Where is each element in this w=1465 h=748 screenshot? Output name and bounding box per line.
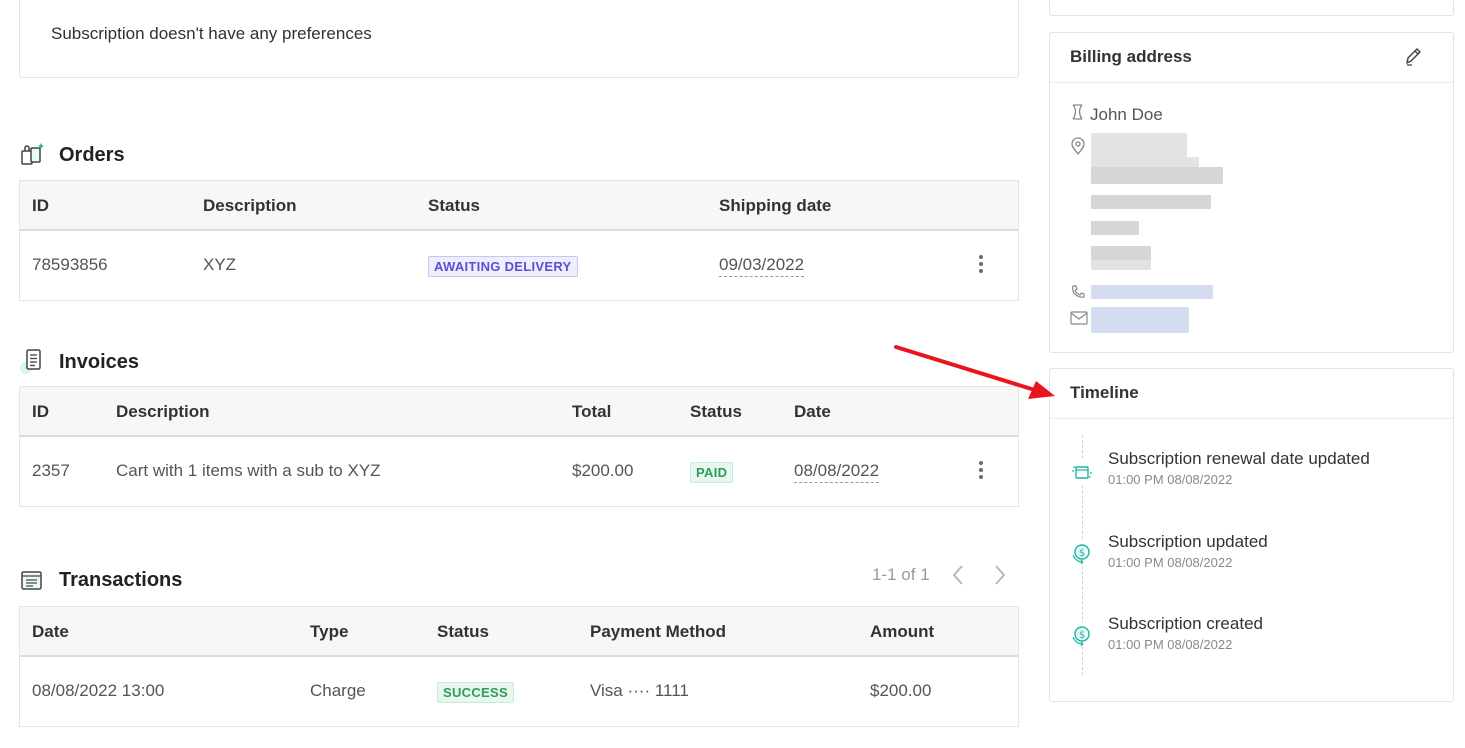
preferences-card: Subscription doesn't have any preference… <box>19 0 1019 78</box>
svg-text:$: $ <box>1079 548 1085 559</box>
billing-name-line: John Doe <box>1070 103 1163 126</box>
orders-header: Orders <box>19 141 125 169</box>
more-options-icon[interactable] <box>978 461 984 481</box>
billing-address-card: Billing address John Doe <box>1049 32 1454 353</box>
invoices-table-header: ID Description Total Status Date <box>20 387 1018 437</box>
invoice-id: 2357 <box>32 461 70 480</box>
person-icon <box>1070 103 1086 126</box>
column-header-status[interactable]: Status <box>690 402 742 422</box>
status-badge: SUCCESS <box>437 682 514 703</box>
billing-name: John Doe <box>1090 104 1163 124</box>
invoices-title: Invoices <box>59 350 140 373</box>
timeline-event: Subscription created 01:00 PM 08/08/2022 <box>1108 614 1263 652</box>
pencil-icon[interactable] <box>1403 46 1423 68</box>
chevron-right-icon[interactable] <box>988 563 1010 587</box>
timeline-event-time: 01:00 PM 08/08/2022 <box>1108 472 1233 487</box>
orders-title: Orders <box>59 143 125 166</box>
receipt-list-icon <box>19 566 47 594</box>
chevron-left-icon[interactable] <box>948 563 970 587</box>
previous-card <box>1049 0 1454 16</box>
timeline-event-title: Subscription created <box>1108 614 1263 633</box>
timeline-event: Subscription renewal date updated 01:00 … <box>1108 449 1370 487</box>
invoice-icon <box>19 347 47 377</box>
timeline-title: Timeline <box>1070 383 1139 402</box>
timeline-event-title: Subscription renewal date updated <box>1108 449 1370 468</box>
orders-table-header: ID Description Status Shipping date <box>20 181 1018 231</box>
timeline-header: Timeline <box>1050 369 1453 419</box>
timeline-event-time: 01:00 PM 08/08/2022 <box>1108 555 1233 570</box>
transactions-title: Transactions <box>59 568 183 591</box>
transactions-header: Transactions <box>19 566 182 594</box>
orders-table: ID Description Status Shipping date 7859… <box>19 180 1019 301</box>
transactions-table: Date Type Status Payment Method Amount 0… <box>19 606 1019 727</box>
column-header-date[interactable]: Date <box>794 402 831 422</box>
column-header-status[interactable]: Status <box>428 196 480 216</box>
column-header-payment-method[interactable]: Payment Method <box>590 622 726 642</box>
column-header-description[interactable]: Description <box>203 196 297 216</box>
invoice-date[interactable]: 08/08/2022 <box>794 461 880 483</box>
column-header-status[interactable]: Status <box>437 622 489 642</box>
billing-address-header: Billing address <box>1050 33 1453 83</box>
pagination-label: 1-1 of 1 <box>872 565 930 584</box>
transactions-table-header: Date Type Status Payment Method Amount <box>20 607 1018 657</box>
invoices-table: ID Description Total Status Date 2357 Ca… <box>19 386 1019 507</box>
phone-icon <box>1070 284 1086 305</box>
status-badge: PAID <box>690 462 734 483</box>
redacted-phone <box>1091 285 1213 299</box>
dollar-cycle-icon: $ <box>1070 623 1094 647</box>
transaction-type: Charge <box>310 681 366 700</box>
pagination: 1-1 of 1 <box>872 563 1010 587</box>
more-options-icon[interactable] <box>978 255 984 275</box>
invoices-header: Invoices <box>19 347 139 377</box>
column-header-amount[interactable]: Amount <box>870 622 934 642</box>
preferences-message: Subscription doesn't have any preference… <box>51 24 372 43</box>
column-header-type[interactable]: Type <box>310 622 348 642</box>
redacted-email <box>1091 307 1189 333</box>
order-description: XYZ <box>203 255 237 274</box>
transaction-amount: $200.00 <box>870 681 932 700</box>
table-row[interactable]: 2357 Cart with 1 items with a sub to XYZ… <box>20 437 1018 506</box>
timeline-event-title: Subscription updated <box>1108 532 1268 551</box>
status-badge: AWAITING DELIVERY <box>428 256 578 277</box>
timeline-event: Subscription updated 01:00 PM 08/08/2022 <box>1108 532 1268 570</box>
invoice-description: Cart with 1 items with a sub to XYZ <box>116 461 381 480</box>
location-pin-icon <box>1070 137 1086 160</box>
column-header-id[interactable]: ID <box>32 402 49 422</box>
timeline-event-time: 01:00 PM 08/08/2022 <box>1108 637 1233 652</box>
dollar-cycle-icon: $ <box>1070 541 1094 565</box>
invoice-total: $200.00 <box>572 461 634 480</box>
order-id: 78593856 <box>32 255 108 274</box>
shopping-bag-icon <box>19 141 47 169</box>
table-row[interactable]: 78593856 XYZ AWAITING DELIVERY 09/03/202… <box>20 231 1018 300</box>
calendar-refresh-icon <box>1070 460 1094 484</box>
column-header-shipping-date[interactable]: Shipping date <box>719 196 831 216</box>
column-header-description[interactable]: Description <box>116 402 210 422</box>
table-row[interactable]: 08/08/2022 13:00 Charge SUCCESS Visa ···… <box>20 657 1018 726</box>
payment-method: Visa ···· 1111 <box>590 681 689 700</box>
column-header-date[interactable]: Date <box>32 622 69 642</box>
shipping-date[interactable]: 09/03/2022 <box>719 255 805 277</box>
transaction-date: 08/08/2022 13:00 <box>32 681 165 700</box>
billing-address-title: Billing address <box>1070 47 1192 66</box>
timeline-card: Timeline Subscription renewal date updat… <box>1049 368 1454 702</box>
column-header-total[interactable]: Total <box>572 402 611 422</box>
svg-text:$: $ <box>1079 630 1085 641</box>
mail-icon <box>1070 311 1088 330</box>
column-header-id[interactable]: ID <box>32 196 49 216</box>
